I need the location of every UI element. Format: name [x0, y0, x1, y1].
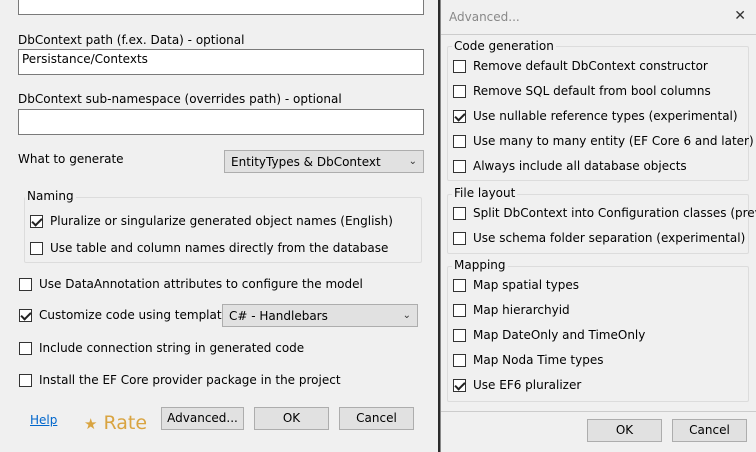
ef6-pluralizer-label: Use EF6 pluralizer — [473, 378, 582, 392]
chevron-down-icon: ⌄ — [402, 310, 411, 321]
cancel-button[interactable]: Cancel — [339, 407, 414, 430]
close-icon[interactable]: ✕ — [734, 8, 746, 24]
remove-sql-default-checkbox[interactable]: Remove SQL default from bool columns — [453, 84, 711, 98]
rate-link[interactable]: ★ Rate — [84, 412, 147, 434]
checkbox-icon — [453, 84, 466, 98]
checkbox-icon — [30, 241, 43, 255]
spatial-label: Map spatial types — [473, 278, 579, 292]
remove-sql-default-label: Remove SQL default from bool columns — [473, 84, 711, 98]
checkbox-icon — [453, 328, 466, 342]
main-dialog: DbContext path (f.ex. Data) - optional P… — [0, 0, 438, 452]
checkbox-icon — [453, 134, 466, 148]
ok-button[interactable]: OK — [254, 407, 329, 430]
checkbox-checked-icon — [30, 214, 43, 228]
many-to-many-label: Use many to many entity (EF Core 6 and l… — [473, 134, 754, 148]
use-db-names-checkbox[interactable]: Use table and column names directly from… — [30, 241, 388, 255]
rate-label: Rate — [103, 412, 148, 434]
advanced-dialog: Advanced... ✕ Code generation Remove def… — [440, 0, 756, 452]
many-to-many-checkbox[interactable]: Use many to many entity (EF Core 6 and l… — [453, 134, 754, 148]
pluralize-label: Pluralize or singularize generated objec… — [50, 214, 393, 228]
hierarchyid-label: Map hierarchyid — [473, 303, 570, 317]
noda-time-label: Map Noda Time types — [473, 353, 604, 367]
split-config-checkbox[interactable]: Split DbContext into Configuration class… — [453, 206, 756, 220]
checkbox-checked-icon — [453, 109, 466, 123]
ef6-pluralizer-checkbox[interactable]: Use EF6 pluralizer — [453, 378, 581, 392]
connection-string-checkbox[interactable]: Include connection string in generated c… — [19, 341, 304, 355]
title-divider — [441, 34, 756, 35]
nullable-refs-label: Use nullable reference types (experiment… — [473, 109, 738, 123]
include-all-checkbox[interactable]: Always include all database objects — [453, 159, 687, 173]
install-provider-label: Install the EF Core provider package in … — [39, 373, 341, 387]
mapping-title: Mapping — [452, 258, 508, 272]
generate-select[interactable]: EntityTypes & DbContext ⌄ — [224, 150, 424, 173]
split-config-label: Split DbContext into Configuration class… — [473, 206, 756, 220]
chevron-down-icon: ⌄ — [408, 156, 417, 167]
checkbox-icon — [453, 303, 466, 317]
file-layout-title: File layout — [452, 186, 518, 200]
code-generation-title: Code generation — [452, 39, 556, 53]
data-annotation-label: Use DataAnnotation attributes to configu… — [39, 277, 363, 291]
install-provider-checkbox[interactable]: Install the EF Core provider package in … — [19, 373, 341, 387]
footer-divider — [441, 411, 756, 412]
checkbox-icon — [453, 278, 466, 292]
schema-folders-checkbox[interactable]: Use schema folder separation (experiment… — [453, 231, 745, 245]
namespace-label: DbContext sub-namespace (overrides path)… — [18, 92, 342, 106]
checkbox-icon — [19, 277, 32, 291]
help-link[interactable]: Help — [30, 413, 57, 427]
checkbox-icon — [453, 231, 466, 245]
namespace-input[interactable] — [18, 109, 424, 135]
generate-select-value: EntityTypes & DbContext — [231, 155, 381, 169]
connection-string-label: Include connection string in generated c… — [39, 341, 305, 355]
advanced-ok-button[interactable]: OK — [587, 419, 662, 442]
checkbox-checked-icon — [19, 308, 32, 322]
checkbox-icon — [453, 206, 466, 220]
dateonly-checkbox[interactable]: Map DateOnly and TimeOnly — [453, 328, 645, 342]
checkbox-icon — [453, 159, 466, 173]
generate-label: What to generate — [18, 152, 124, 166]
advanced-cancel-button[interactable]: Cancel — [672, 419, 747, 442]
template-select-value: C# - Handlebars — [229, 309, 328, 323]
checkbox-icon — [19, 373, 32, 387]
include-all-label: Always include all database objects — [473, 159, 687, 173]
data-annotation-checkbox[interactable]: Use DataAnnotation attributes to configu… — [19, 277, 363, 291]
noda-time-checkbox[interactable]: Map Noda Time types — [453, 353, 603, 367]
pluralize-checkbox[interactable]: Pluralize or singularize generated objec… — [30, 214, 393, 228]
spatial-checkbox[interactable]: Map spatial types — [453, 278, 579, 292]
customize-label: Customize code using templates — [39, 308, 236, 322]
dialog-title: Advanced... — [449, 10, 520, 24]
path-label: DbContext path (f.ex. Data) - optional — [18, 33, 245, 47]
customize-templates-checkbox[interactable]: Customize code using templates — [19, 308, 235, 322]
schema-folders-label: Use schema folder separation (experiment… — [473, 231, 746, 245]
nullable-refs-checkbox[interactable]: Use nullable reference types (experiment… — [453, 109, 738, 123]
file-layout-group — [447, 194, 749, 254]
checkbox-icon — [19, 341, 32, 355]
connection-input[interactable] — [18, 0, 424, 15]
remove-ctor-label: Remove default DbContext constructor — [473, 59, 708, 73]
star-icon: ★ — [84, 415, 98, 433]
remove-ctor-checkbox[interactable]: Remove default DbContext constructor — [453, 59, 708, 73]
checkbox-icon — [453, 59, 466, 73]
use-db-names-label: Use table and column names directly from… — [50, 241, 389, 255]
naming-title: Naming — [25, 189, 76, 203]
hierarchyid-checkbox[interactable]: Map hierarchyid — [453, 303, 570, 317]
checkbox-checked-icon — [453, 378, 466, 392]
checkbox-icon — [453, 353, 466, 367]
template-select[interactable]: C# - Handlebars ⌄ — [222, 304, 418, 327]
advanced-button[interactable]: Advanced... — [161, 407, 244, 430]
dateonly-label: Map DateOnly and TimeOnly — [473, 328, 646, 342]
path-input[interactable]: Persistance/Contexts — [18, 49, 424, 75]
